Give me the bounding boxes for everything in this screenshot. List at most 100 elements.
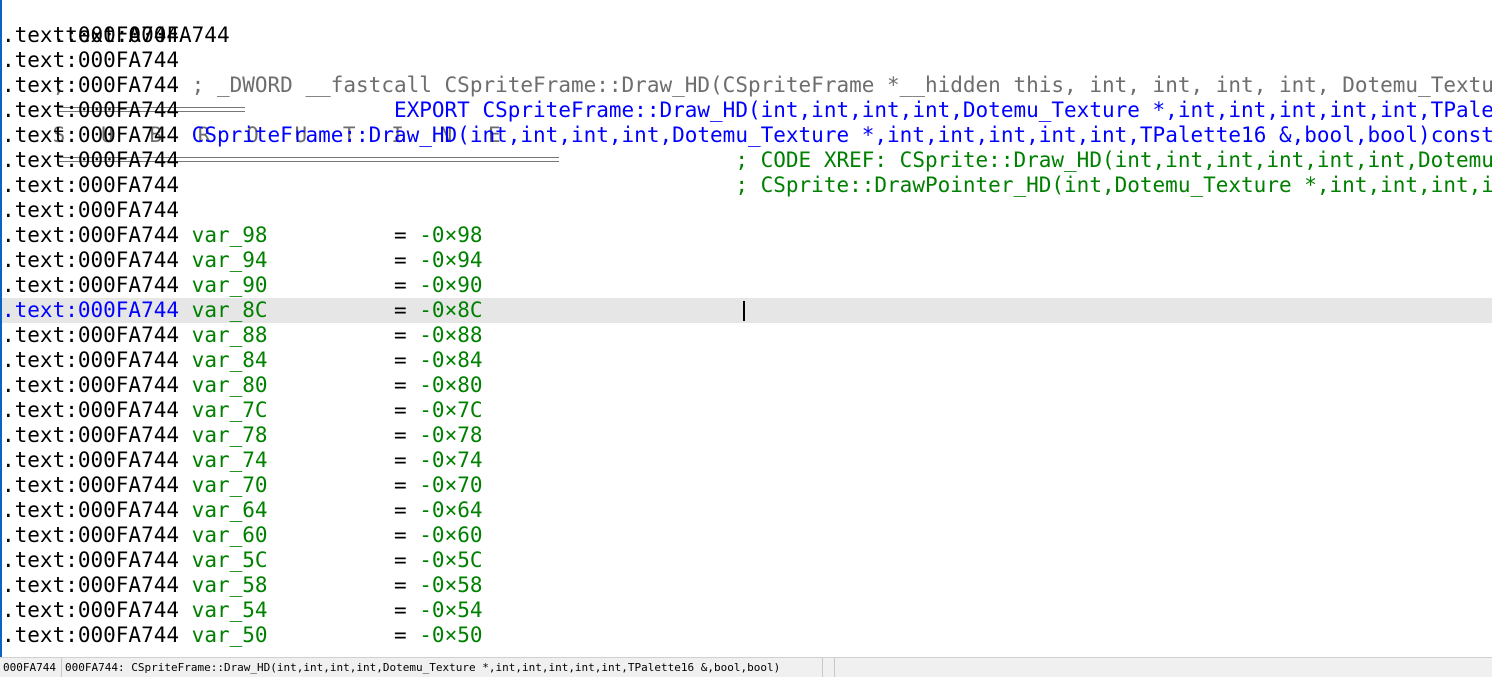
variable-line[interactable]: .text:000FA744 var_80 = -0×80 <box>2 373 1492 398</box>
xref-comment[interactable]: ; CSprite::DrawPointer_HD(int,Dotemu_Tex… <box>735 173 1492 197</box>
variable-line[interactable]: .text:000FA744 var_88 = -0×88 <box>2 323 1492 348</box>
variable-name[interactable]: var_60 <box>192 523 268 547</box>
subroutine-header-line[interactable]: .text:000FA744 ; S U B R O U T I N E <box>2 0 1492 162</box>
status-offset: 000FA744 <box>0 658 62 677</box>
listing-line[interactable]: .text:000FA744 <box>2 23 1492 48</box>
line-address: .text:000FA744 <box>2 48 180 72</box>
line-address: .text:000FA744 <box>2 273 180 297</box>
variable-name[interactable]: var_58 <box>192 573 268 597</box>
equals-sign: = <box>393 398 407 422</box>
line-address: .text:000FA744 <box>2 623 180 647</box>
line-address: .text:000FA744 <box>2 173 180 197</box>
line-address: .text:000FA744 <box>2 473 180 497</box>
equals-sign: = <box>393 498 407 522</box>
function-label[interactable]: EXPORT CSpriteFrame::Draw_HD(int,int,int… <box>394 98 1492 122</box>
listing-line[interactable]: .text:000FA744 CSpriteFrame::Draw_HD(int… <box>2 123 1492 148</box>
variable-offset[interactable]: -0×60 <box>419 523 482 547</box>
variable-line[interactable]: .text:000FA744 var_84 = -0×84 <box>2 348 1492 373</box>
variable-line[interactable]: .text:000FA744 var_74 = -0×74 <box>2 448 1492 473</box>
variable-offset[interactable]: -0×70 <box>419 473 482 497</box>
xref-comment[interactable]: ; CODE XREF: CSprite::Draw_HD(int,int,in… <box>735 148 1492 172</box>
line-address: .text:000FA744 <box>2 323 180 347</box>
variable-name[interactable]: var_88 <box>192 323 268 347</box>
variable-name[interactable]: var_54 <box>192 598 268 622</box>
variable-offset[interactable]: -0×58 <box>419 573 482 597</box>
variable-offset[interactable]: -0×54 <box>419 598 482 622</box>
variable-line[interactable]: .text:000FA744 var_5C = -0×5C <box>2 548 1492 573</box>
equals-sign: = <box>393 448 407 472</box>
variable-name[interactable]: var_84 <box>192 348 268 372</box>
variable-line[interactable]: .text:000FA744 var_64 = -0×64 <box>2 498 1492 523</box>
equals-sign: = <box>393 598 407 622</box>
listing-line[interactable]: .text:000FA744 EXPORT CSpriteFrame::Draw… <box>2 98 1492 123</box>
line-address: .text:000FA744 <box>2 573 180 597</box>
line-address: .text:000FA744 <box>2 73 180 97</box>
listing-line[interactable]: .text:000FA744 <box>2 198 1492 223</box>
variable-offset[interactable]: -0×74 <box>419 448 482 472</box>
line-address: .text:000FA744 <box>2 373 180 397</box>
variable-line[interactable]: .text:000FA744 var_58 = -0×58 <box>2 573 1492 598</box>
equals-sign: = <box>393 373 407 397</box>
equals-sign: = <box>393 548 407 572</box>
variable-offset[interactable]: -0×98 <box>419 223 482 247</box>
variable-offset[interactable]: -0×7C <box>419 398 482 422</box>
listing-line[interactable]: .text:000FA744 ; _DWORD __fastcall CSpri… <box>2 73 1492 98</box>
variable-offset[interactable]: -0×50 <box>419 623 482 647</box>
variable-line[interactable]: .text:000FA744 var_50 = -0×50 <box>2 623 1492 648</box>
variable-line[interactable]: .text:000FA744 var_7C = -0×7C <box>2 398 1492 423</box>
current-variable-line[interactable]: .text:000FA744 var_8C = -0×8C <box>2 298 1492 323</box>
variable-line[interactable]: .text:000FA744 var_94 = -0×94 <box>2 248 1492 273</box>
equals-sign: = <box>393 273 407 297</box>
line-address: .text:000FA744 <box>2 398 180 422</box>
line-address: .text:000FA744 <box>2 348 180 372</box>
function-label[interactable]: CSpriteFrame::Draw_HD(int,int,int,int,Do… <box>192 123 1492 147</box>
equals-sign: = <box>393 423 407 447</box>
variable-offset[interactable]: -0×8C <box>419 298 482 322</box>
disassembly-view[interactable]: .text:000FA744 ; S U B R O U T I N E .te… <box>0 0 1492 657</box>
text-cursor <box>743 301 745 321</box>
variable-name[interactable]: var_94 <box>192 248 268 272</box>
equals-sign: = <box>393 523 407 547</box>
variable-offset[interactable]: -0×64 <box>419 498 482 522</box>
variable-name[interactable]: var_5C <box>192 548 268 572</box>
line-address: .text:000FA744 <box>2 298 180 322</box>
variable-name[interactable]: var_74 <box>192 448 268 472</box>
listing-line[interactable]: .text:000FA744 ; CODE XREF: CSprite::Dra… <box>2 148 1492 173</box>
equals-sign: = <box>393 573 407 597</box>
variable-name[interactable]: var_98 <box>192 223 268 247</box>
variable-name[interactable]: var_8C <box>192 298 268 322</box>
equals-sign: = <box>393 623 407 647</box>
equals-sign: = <box>393 298 407 322</box>
variable-line[interactable]: .text:000FA744 var_78 = -0×78 <box>2 423 1492 448</box>
variable-offset[interactable]: -0×80 <box>419 373 482 397</box>
status-bar: 000FA744 000FA744: CSpriteFrame::Draw_HD… <box>0 657 1492 677</box>
prototype-comment: ; _DWORD __fastcall CSpriteFrame::Draw_H… <box>191 73 1492 97</box>
variable-offset[interactable]: -0×88 <box>419 323 482 347</box>
variable-line[interactable]: .text:000FA744 var_70 = -0×70 <box>2 473 1492 498</box>
listing-line[interactable]: .text:000FA744 ; CSprite::DrawPointer_HD… <box>2 173 1492 198</box>
variable-name[interactable]: var_78 <box>192 423 268 447</box>
line-address: .text:000FA744 <box>2 123 180 147</box>
status-location: 000FA744: CSpriteFrame::Draw_HD(int,int,… <box>62 658 823 677</box>
variable-name[interactable]: var_50 <box>192 623 268 647</box>
variable-line[interactable]: .text:000FA744 var_54 = -0×54 <box>2 598 1492 623</box>
listing-line[interactable]: .text:000FA744 <box>2 48 1492 73</box>
variable-line[interactable]: .text:000FA744 var_98 = -0×98 <box>2 223 1492 248</box>
variable-offset[interactable]: -0×90 <box>419 273 482 297</box>
line-address: .text:000FA744 <box>2 248 180 272</box>
variable-name[interactable]: var_7C <box>192 398 268 422</box>
variable-name[interactable]: var_64 <box>192 498 268 522</box>
line-address: .text:000FA744 <box>2 148 180 172</box>
variable-offset[interactable]: -0×94 <box>419 248 482 272</box>
variable-line[interactable]: .text:000FA744 var_90 = -0×90 <box>2 273 1492 298</box>
variable-offset[interactable]: -0×5C <box>419 548 482 572</box>
line-address: .text:000FA744 <box>2 448 180 472</box>
variable-name[interactable]: var_90 <box>192 273 268 297</box>
variable-offset[interactable]: -0×78 <box>419 423 482 447</box>
line-address: .text:000FA744 <box>2 548 180 572</box>
variable-name[interactable]: var_70 <box>192 473 268 497</box>
variable-name[interactable]: var_80 <box>192 373 268 397</box>
line-address: .text:000FA744 <box>2 523 180 547</box>
variable-line[interactable]: .text:000FA744 var_60 = -0×60 <box>2 523 1492 548</box>
variable-offset[interactable]: -0×84 <box>419 348 482 372</box>
